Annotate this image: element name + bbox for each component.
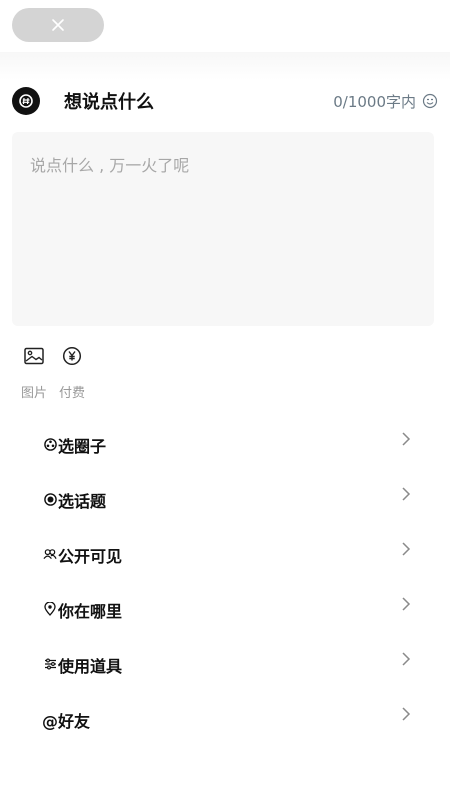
option-label: 你在哪里 [58, 602, 123, 621]
paid-button[interactable]: 付费 [58, 344, 86, 401]
attachment-toolbar: 图片 付费 [20, 344, 96, 401]
post-options-list: 选圈子 选话题 公开可见 你在哪里 使用道具 @好友 [0, 416, 450, 746]
option-label: 选圈子 [58, 437, 107, 456]
image-icon [20, 344, 48, 368]
chevron-right-icon [402, 542, 411, 556]
option-location[interactable]: 你在哪里 [0, 581, 450, 636]
chevron-right-icon [402, 707, 411, 721]
option-select-circle[interactable]: 选圈子 [0, 416, 450, 471]
image-button[interactable]: 图片 [20, 344, 48, 401]
option-visibility[interactable]: 公开可见 [0, 526, 450, 581]
option-label: 选话题 [58, 492, 107, 511]
people-icon [43, 547, 57, 561]
page-title: 想说点什么 [64, 92, 154, 113]
header-divider [0, 52, 450, 80]
chevron-right-icon [402, 432, 411, 446]
yen-icon [58, 344, 86, 368]
paid-label: 付费 [58, 386, 85, 401]
option-mention-friend[interactable]: @好友 [0, 691, 450, 746]
chevron-right-icon [402, 487, 411, 501]
post-editor-page: 想说点什么 0/1000字内 说点什么 , 万一火了呢 图片 付费 选圈子 选话… [0, 0, 450, 800]
emoji-icon[interactable] [422, 93, 438, 109]
option-select-topic[interactable]: 选话题 [0, 471, 450, 526]
post-text-input[interactable]: 说点什么 , 万一火了呢 [12, 132, 434, 326]
circle-icon [43, 437, 57, 451]
option-label: 公开可见 [58, 547, 123, 566]
image-label: 图片 [20, 386, 47, 401]
close-icon [52, 19, 64, 31]
chevron-right-icon [402, 652, 411, 666]
props-icon [43, 657, 57, 671]
close-button[interactable] [12, 8, 104, 42]
char-counter: 0/1000字内 [333, 91, 438, 112]
option-label: @好友 [42, 712, 91, 731]
chevron-right-icon [402, 597, 411, 611]
post-icon [12, 87, 40, 115]
option-use-props[interactable]: 使用道具 [0, 636, 450, 691]
post-header: 想说点什么 0/1000字内 [12, 86, 438, 116]
char-counter-text: 0/1000字内 [333, 92, 416, 111]
location-icon [43, 602, 57, 616]
post-text-placeholder: 说点什么 , 万一火了呢 [30, 156, 190, 175]
topic-icon [43, 492, 57, 506]
option-label: 使用道具 [58, 657, 123, 676]
